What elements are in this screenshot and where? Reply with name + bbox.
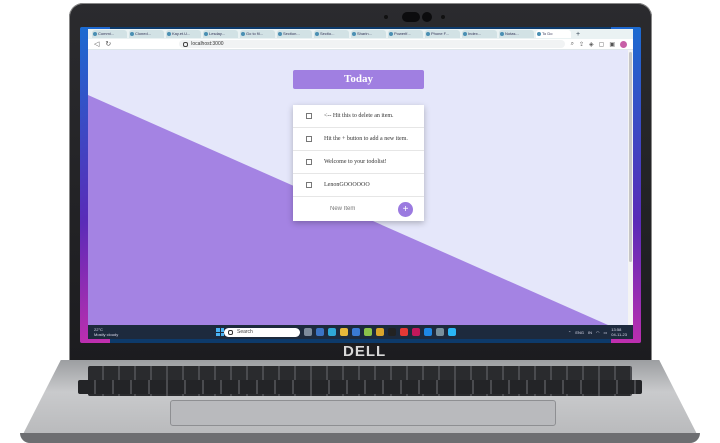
browser-tab[interactable]: Cloned... (129, 30, 164, 38)
edge-icon[interactable] (328, 328, 336, 336)
clock[interactable]: 13:58 04-11-23 (611, 327, 627, 337)
keyboard-row (78, 380, 642, 394)
webcam-led (384, 15, 388, 19)
app-icon[interactable] (448, 328, 456, 336)
sidebar-icon[interactable]: ▣ (609, 41, 615, 48)
browser-toolbar: ◁ ↻ localhost:3000 ⌕ ⇪ ◈ ▢ ▣ (88, 39, 633, 50)
meet-icon[interactable] (316, 328, 324, 336)
system-tray: ⌃ ENG IN ◠ ▭ 13:58 04-11-23 (568, 327, 633, 337)
browser-tab[interactable]: Notas... (499, 30, 534, 38)
brave-shield-icon[interactable]: ◈ (589, 41, 594, 48)
item-checkbox[interactable] (306, 159, 312, 165)
item-text: LenonGOOOOOO (324, 182, 370, 188)
list-item: Hit the + button to add a new item. (293, 128, 424, 151)
browser-tab[interactable]: Sharin... (351, 30, 386, 38)
todo-card: <-- Hit this to delete an item. Hit the … (293, 105, 424, 221)
taskbar-search[interactable]: Search (224, 327, 300, 337)
address-bar[interactable]: localhost:3000 (179, 40, 565, 48)
new-tab-button[interactable]: + (576, 31, 580, 38)
laptop-front-edge (20, 433, 700, 443)
browser-tab-active[interactable]: To Do (536, 30, 571, 38)
browser-tab[interactable]: Go to fil... (240, 30, 275, 38)
item-text: Hit the + button to add a new item. (324, 136, 408, 142)
new-item-row: + (293, 197, 424, 221)
chevron-up-icon[interactable]: ⌃ (568, 330, 571, 335)
share-icon[interactable]: ⇪ (579, 41, 584, 48)
file-explorer-icon[interactable] (340, 328, 348, 336)
tray-region: IN (588, 329, 592, 335)
item-checkbox[interactable] (306, 113, 312, 119)
browser-tab[interactable]: Index... (462, 30, 497, 38)
app-icon[interactable] (412, 328, 420, 336)
browser-tab[interactable]: Lesday... (203, 30, 238, 38)
app-icon[interactable] (388, 328, 396, 336)
browser-tab[interactable]: Sectio... (314, 30, 349, 38)
reload-icon[interactable]: ↻ (105, 40, 111, 48)
browser-tab[interactable]: Kay.et.U... (166, 30, 201, 38)
list-title: Today (293, 70, 424, 89)
tray-lang[interactable]: ENG (575, 330, 584, 335)
extensions-icon[interactable]: ▢ (599, 41, 605, 48)
laptop-screen: Commi... Cloned... Kay.et.U... Lesday... Go … (80, 27, 641, 343)
dell-logo: DELL (343, 343, 387, 360)
item-checkbox[interactable] (306, 136, 312, 142)
list-item: Welcome to your todolist! (293, 151, 424, 174)
battery-icon[interactable]: ▭ (604, 330, 608, 335)
weather-desc: Mostly cloudy (94, 332, 119, 337)
list-item: <-- Hit this to delete an item. (293, 105, 424, 128)
webcam-led (441, 15, 445, 19)
settings-icon[interactable] (436, 328, 444, 336)
add-item-button[interactable]: + (398, 201, 413, 217)
item-text: <-- Hit this to delete an item. (324, 113, 394, 119)
todo-page: Today <-- Hit this to delete an item. Hi… (88, 50, 633, 325)
item-text: Welcome to your todolist! (324, 159, 387, 165)
new-item-input[interactable] (330, 203, 390, 215)
clock-date: 04-11-23 (611, 332, 627, 337)
page-scrollbar[interactable] (628, 50, 633, 325)
webcam (402, 12, 420, 22)
browser-tab[interactable]: Section... (277, 30, 312, 38)
profile-icon[interactable] (620, 40, 627, 48)
chrome-icon[interactable] (364, 328, 372, 336)
pinned-apps (304, 328, 456, 336)
trackpad (170, 400, 556, 426)
webcam-sensor (422, 12, 432, 22)
browser-tab[interactable]: Powerlf... (388, 30, 423, 38)
opera-icon[interactable] (400, 328, 408, 336)
store-icon[interactable] (352, 328, 360, 336)
os-taskbar: 22°C Mostly cloudy Search ⌃ ENG IN ◠ ▭ 1… (88, 325, 633, 339)
wifi-icon[interactable]: ◠ (596, 330, 600, 335)
item-checkbox[interactable] (306, 182, 312, 188)
zoom-icon[interactable]: ⌕ (571, 41, 574, 48)
app-icon[interactable] (376, 328, 384, 336)
browser-tab-strip: Commi... Cloned... Kay.et.U... Lesday... Go … (88, 29, 633, 39)
browser-tab[interactable]: Phone F... (425, 30, 460, 38)
list-item: LenonGOOOOOO (293, 174, 424, 197)
windows-start-icon[interactable] (216, 328, 224, 336)
back-icon[interactable]: ◁ (94, 40, 99, 48)
vscode-icon[interactable] (424, 328, 432, 336)
scrollbar-thumb[interactable] (629, 52, 632, 262)
weather-widget[interactable]: 22°C Mostly cloudy (88, 327, 134, 337)
browser-tab[interactable]: Commi... (92, 30, 127, 38)
task-view-icon[interactable] (304, 328, 312, 336)
